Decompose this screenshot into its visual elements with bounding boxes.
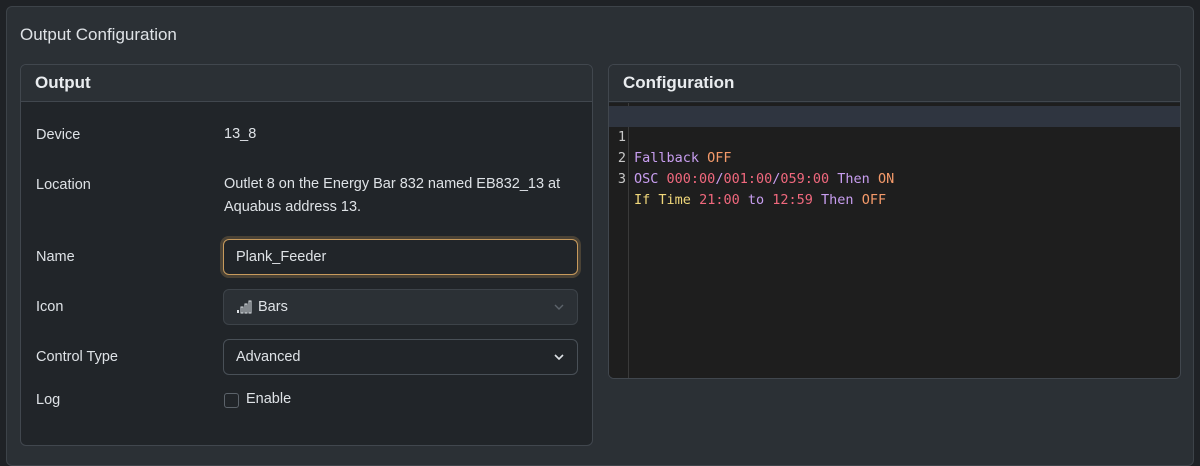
- icon-label: Icon: [36, 299, 64, 315]
- location-value-line2: Aquabus address 13.: [224, 199, 362, 215]
- icon-select[interactable]: Bars: [223, 289, 578, 325]
- code-text: If Time 21:00 to 12:59 Then OFF: [634, 192, 887, 208]
- log-enable-label[interactable]: Enable: [246, 388, 291, 411]
- control-type-value: Advanced: [236, 349, 301, 365]
- code-editor[interactable]: 1 Fallback OFF 2 OSC 000:00/001:00/059:0…: [609, 103, 1180, 378]
- configuration-card-header: Configuration: [609, 65, 1180, 102]
- icon-select-value: Bars: [258, 299, 288, 315]
- device-value: 13_8: [224, 126, 257, 142]
- chevron-down-icon: [554, 304, 564, 310]
- output-card: Output Device 13_8 Location Outlet 8 on …: [20, 64, 593, 446]
- location-label: Location: [36, 177, 91, 193]
- name-input-value: Plank_Feeder: [236, 249, 327, 265]
- chevron-down-icon: [554, 354, 564, 361]
- line-number: 3: [617, 171, 626, 187]
- bars-icon: [237, 300, 252, 314]
- code-line[interactable]: 1 Fallback OFF: [609, 106, 1180, 166]
- configuration-card: Configuration 1 Fallback OFF 2 OSC 000:0…: [608, 64, 1181, 379]
- section-title: Output Configuration: [20, 25, 177, 44]
- log-label: Log: [36, 392, 61, 408]
- output-card-header: Output: [21, 65, 592, 102]
- control-type-select[interactable]: Advanced: [223, 339, 578, 375]
- device-label: Device: [36, 127, 81, 143]
- log-enable-checkbox[interactable]: [224, 393, 239, 408]
- location-value-line1: Outlet 8 on the Energy Bar 832 named EB8…: [224, 176, 561, 192]
- code-line[interactable]: 3 If Time 21:00 to 12:59 Then OFF: [609, 148, 1180, 208]
- control-type-label: Control Type: [36, 349, 118, 365]
- output-configuration-panel: Output Configuration Output Device 13_8 …: [6, 6, 1194, 466]
- name-label: Name: [36, 249, 75, 265]
- code-line[interactable]: 2 OSC 000:00/001:00/059:00 Then ON: [609, 127, 1180, 187]
- name-input[interactable]: Plank_Feeder: [223, 239, 578, 275]
